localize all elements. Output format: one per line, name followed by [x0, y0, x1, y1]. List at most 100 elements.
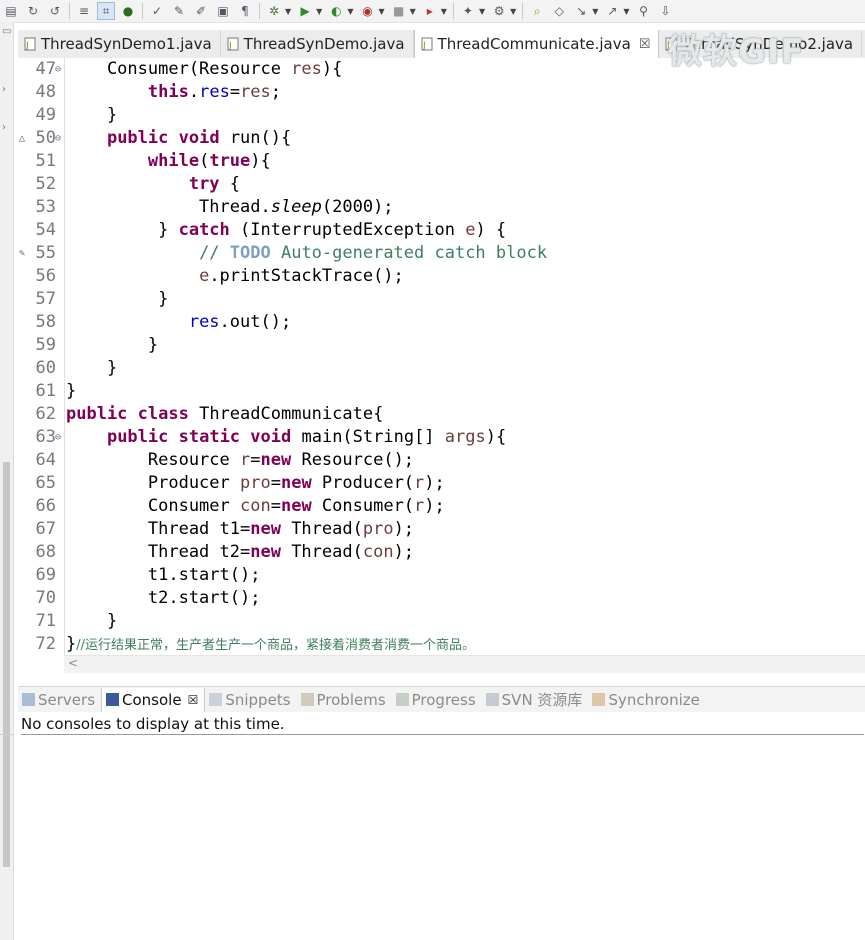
prev-annotation-icon[interactable]: ↗	[603, 2, 621, 20]
divider	[0, 734, 13, 735]
code-line: 55 ✎ // TODO Auto-generated catch block	[18, 242, 865, 265]
line-number: 67	[35, 519, 56, 539]
chevron-down-icon[interactable]: ▼	[479, 7, 485, 16]
scroll-left-icon[interactable]: <	[68, 656, 78, 670]
coverage-icon[interactable]: ◐	[327, 2, 345, 20]
panel-tab-label: SVN 资源库	[501, 691, 583, 709]
pin-icon[interactable]: ⚲	[635, 2, 653, 20]
fold-toggle-icon[interactable]: ⊖	[55, 426, 61, 449]
pen-icon[interactable]: ✎	[170, 2, 188, 20]
line-number: 72	[35, 634, 56, 654]
toggle-mark-occurrences-icon[interactable]: ≡	[75, 2, 93, 20]
fold-toggle-icon[interactable]: ⊖	[55, 127, 61, 150]
toggle-block-selection-icon[interactable]: ⌗	[97, 2, 115, 20]
code-text: public static void main(String[] args){	[106, 427, 507, 447]
code-line: 57 }	[18, 288, 865, 311]
panel-tab[interactable]: Progress	[392, 688, 482, 712]
vertical-scrollbar[interactable]	[3, 462, 10, 867]
toolbar-separator	[259, 3, 260, 19]
horizontal-scrollbar[interactable]: <	[64, 655, 865, 673]
chevron-down-icon[interactable]: ▼	[410, 7, 416, 16]
editor-tab[interactable]: J ThreadSynDemo.java	[221, 30, 414, 57]
deploy-icon[interactable]: ▸	[421, 2, 439, 20]
console-icon	[106, 693, 120, 706]
code-line: 68 Thread t2=new Thread(con);	[18, 541, 865, 564]
stop-icon[interactable]: ■	[390, 2, 408, 20]
editor-tab[interactable]: J ThreadSynDemo1.java	[18, 30, 221, 57]
code-line: 62 public class ThreadCommunicate{	[18, 403, 865, 426]
code-line: 58 res.out();	[18, 311, 865, 334]
minimize-icon[interactable]: ▭	[2, 26, 11, 37]
annotation-marker-icon[interactable]: △	[19, 127, 25, 150]
code-line: 50 △ ⊖ public void run(){	[18, 127, 865, 150]
open-task-icon[interactable]: ◇	[550, 2, 568, 20]
code-text: }	[66, 105, 118, 125]
chevron-down-icon[interactable]: ▼	[441, 7, 447, 16]
chevron-down-icon[interactable]: ▼	[623, 7, 629, 16]
svg-text:J: J	[228, 41, 232, 51]
chevron-down-icon[interactable]: ▼	[347, 7, 353, 16]
left-trim-bar: ▭ › ›	[0, 22, 14, 940]
panel-tab-label: Synchronize	[608, 690, 700, 709]
chevron-down-icon[interactable]: ▼	[592, 7, 598, 16]
code-text: Consumer(Resource res){	[66, 59, 343, 79]
toggle-breadcrumb-icon[interactable]: ▣	[214, 2, 232, 20]
open-type-icon[interactable]: ⚙	[490, 2, 508, 20]
panel-tab[interactable]: Servers	[18, 688, 101, 712]
code-text: }	[66, 611, 118, 631]
last-edit-icon[interactable]: ⇩	[657, 2, 675, 20]
panel-tab[interactable]: Console ☒	[101, 687, 206, 712]
run-icon[interactable]: ▶	[296, 2, 314, 20]
chevron-down-icon[interactable]: ▼	[285, 7, 291, 16]
code-text: t2.start();	[66, 588, 261, 608]
new-wizard-icon[interactable]: ✦	[459, 2, 477, 20]
panel-tab-label: Problems	[316, 690, 386, 709]
line-number: 65	[35, 473, 56, 493]
reload-icon[interactable]: ↺	[46, 2, 64, 20]
close-icon[interactable]: ☒	[188, 693, 199, 707]
code-text: Consumer con=new Consumer(r);	[66, 496, 445, 516]
code-text: Thread t1=new Thread(pro);	[66, 519, 415, 539]
search-icon[interactable]: ⌕	[528, 2, 546, 20]
panel-tab[interactable]: Snippets	[205, 688, 296, 712]
code-line: 70 t2.start();	[18, 587, 865, 610]
code-editor[interactable]: 47 ⊖ Consumer(Resource res){48 this.res=r…	[18, 58, 865, 655]
code-text: Resource r=new Resource();	[66, 450, 415, 470]
line-number: 54	[35, 220, 56, 240]
code-text: res.out();	[188, 312, 292, 332]
java-file-icon: J	[24, 37, 36, 51]
external-tools-icon[interactable]: ◉	[358, 2, 376, 20]
edit-icon[interactable]: ✐	[192, 2, 210, 20]
chevron-down-icon[interactable]: ▼	[378, 7, 384, 16]
code-text: Thread t2=new Thread(con);	[66, 542, 415, 562]
panel-tab[interactable]: Synchronize	[588, 688, 705, 712]
line-number: 68	[35, 542, 56, 562]
chevron-down-icon[interactable]: ▼	[510, 7, 516, 16]
chevron-icon[interactable]: ›	[2, 84, 6, 95]
code-text: Producer pro=new Producer(r);	[66, 473, 445, 493]
save-icon[interactable]: ▤	[2, 2, 20, 20]
line-number: 69	[35, 565, 56, 585]
annotation-marker-icon[interactable]: ✎	[19, 242, 25, 265]
fold-toggle-icon[interactable]: ⊖	[55, 58, 61, 81]
spell-check-icon[interactable]: ✓	[148, 2, 166, 20]
show-whitespace-icon[interactable]: ¶	[236, 2, 254, 20]
code-text: }	[66, 358, 118, 378]
next-annotation-icon[interactable]: ↘	[572, 2, 590, 20]
panel-tab[interactable]: SVN 资源库	[482, 688, 589, 712]
spring-icon[interactable]: ●	[119, 2, 137, 20]
panel-tab-label: Servers	[38, 690, 96, 709]
chevron-down-icon[interactable]: ▼	[316, 7, 322, 16]
line-number: 63	[35, 427, 56, 447]
redo-icon[interactable]: ↻	[24, 2, 42, 20]
chevron-icon[interactable]: ›	[2, 122, 6, 133]
line-number: 64	[35, 450, 56, 470]
close-icon[interactable]: ☒	[639, 37, 651, 52]
code-text: t1.start();	[66, 565, 261, 585]
debug-icon[interactable]: ✲	[265, 2, 283, 20]
editor-tab[interactable]: J ThreadCommunicate.java ☒	[413, 30, 660, 58]
panel-tab[interactable]: Problems	[297, 688, 392, 712]
line-number: 59	[35, 335, 56, 355]
svg-text:J: J	[25, 41, 29, 51]
code-text: }	[66, 381, 77, 401]
